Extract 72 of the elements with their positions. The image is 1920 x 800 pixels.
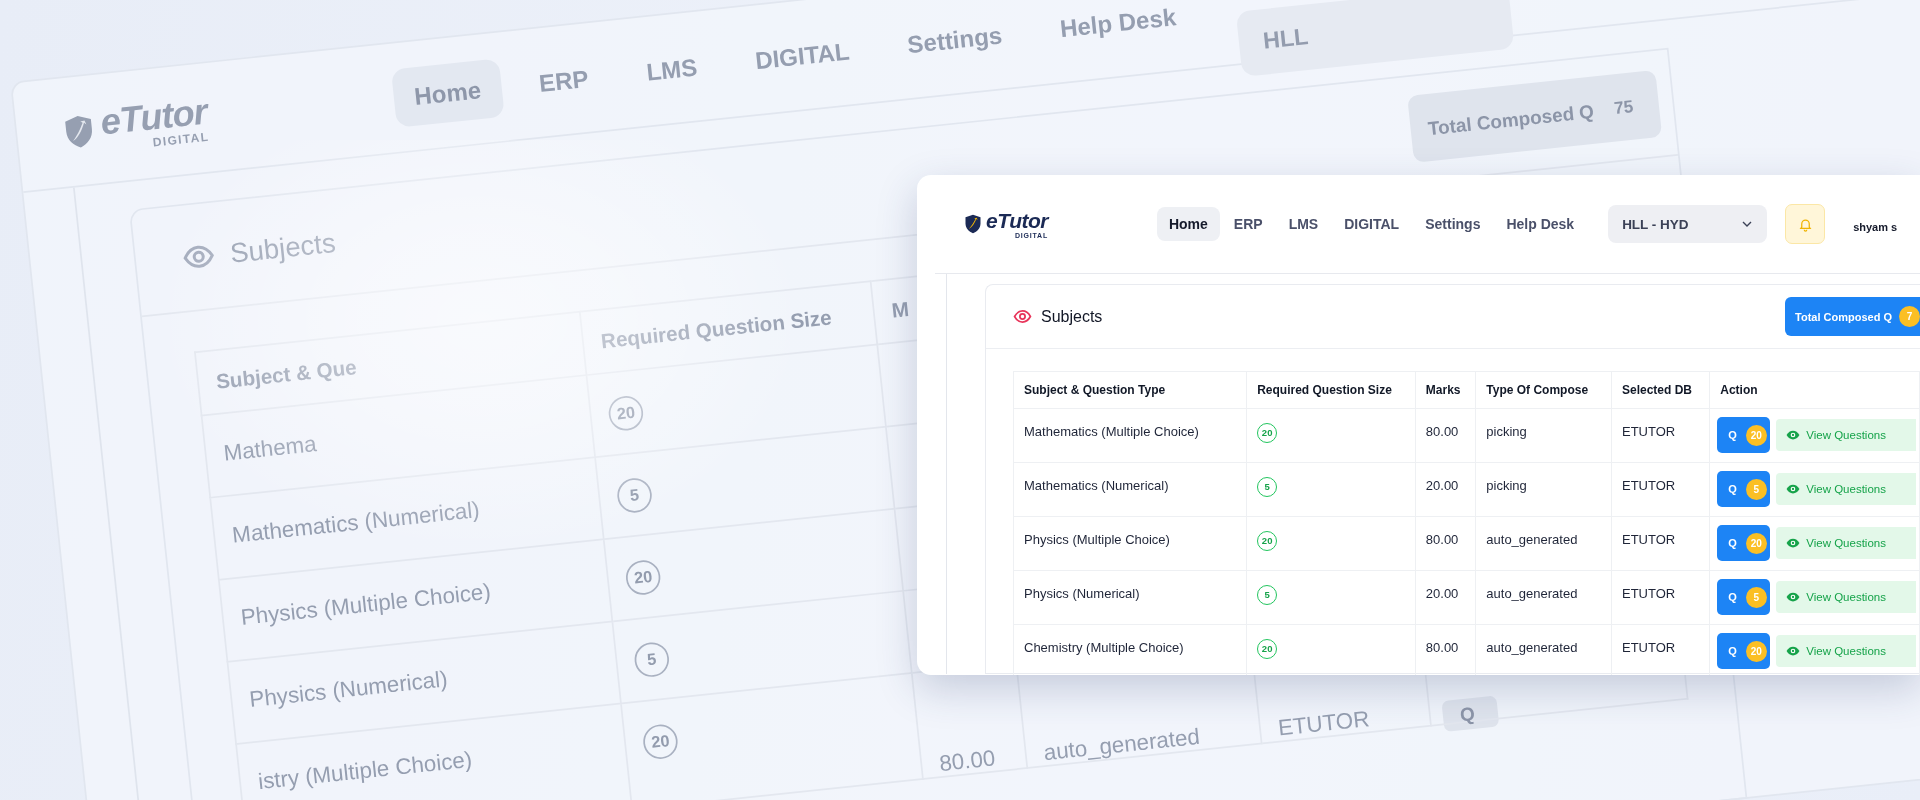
count-badge: 20: [1745, 424, 1767, 446]
column-header: Marks: [1415, 371, 1476, 409]
brand-tagline: DIGITAL: [152, 130, 210, 149]
question-button[interactable]: Q 5: [1717, 579, 1771, 615]
eye-icon: [1786, 644, 1801, 658]
eye-icon: [1786, 428, 1801, 442]
total-composed-button[interactable]: Total Composed Q 7: [1785, 297, 1920, 336]
total-composed-button[interactable]: Total Composed Q 75: [1407, 69, 1663, 163]
panel-title: Subjects: [1041, 307, 1103, 326]
question-button[interactable]: Q: [1441, 695, 1500, 732]
table-cell: 20.00: [1415, 570, 1476, 625]
count-badge: 20: [1745, 532, 1767, 554]
nav-tab[interactable]: LMS: [622, 34, 721, 103]
size-badge: 20: [606, 393, 645, 432]
table-cell: ETUTOR: [1611, 516, 1710, 571]
notification-button[interactable]: [1785, 204, 1826, 244]
nav-tab[interactable]: ERP: [515, 46, 612, 114]
column-header: Selected DB: [1611, 371, 1710, 409]
branch-select[interactable]: HLL: [1235, 0, 1515, 77]
table-cell: Physics (Multiple Choice): [1013, 516, 1247, 571]
shield-logo-icon: [963, 213, 983, 235]
size-badge: 20: [641, 722, 680, 760]
table-cell: ETUTOR: [1611, 462, 1710, 517]
nav-tab[interactable]: ERP: [1221, 207, 1275, 241]
brand-name: eTutor: [986, 209, 1048, 231]
bell-icon: [1797, 216, 1813, 232]
table-cell: ETUTOR: [1611, 408, 1710, 463]
view-questions-button[interactable]: View Questions: [1776, 473, 1917, 505]
nav-tab[interactable]: DIGITAL: [731, 18, 873, 92]
nav-tab[interactable]: Help Desk: [1494, 207, 1587, 241]
question-button[interactable]: Q 20: [1717, 633, 1771, 669]
nav-tab[interactable]: Home: [1156, 207, 1220, 241]
count-badge: 7: [1899, 306, 1920, 327]
table-cell: Mathematics (Numerical): [1013, 462, 1247, 517]
nav-tab[interactable]: Home: [390, 57, 505, 127]
question-button[interactable]: Q 20: [1717, 417, 1771, 453]
table-cell: Chemistry (Multiple Choice): [1013, 624, 1247, 675]
view-questions-button[interactable]: View Questions: [1776, 527, 1917, 559]
count-badge: 5: [1745, 478, 1767, 500]
count-badge: 5: [1745, 586, 1767, 608]
branch-select[interactable]: HLL - HYD: [1608, 205, 1768, 243]
column-header: Subject & Question Type: [1013, 371, 1247, 409]
eye-icon: [1786, 536, 1801, 550]
table-cell: picking: [1475, 462, 1612, 517]
view-questions-button[interactable]: View Questions: [1776, 419, 1917, 451]
table-cell: auto_generated: [1475, 570, 1612, 625]
panel-title: Subjects: [228, 226, 337, 269]
table-cell: auto_generated: [1475, 516, 1612, 571]
column-header: Type Of Compose: [1475, 371, 1612, 409]
table-cell: 20.00: [1415, 462, 1476, 517]
table-cell: picking: [1475, 408, 1612, 463]
view-questions-button[interactable]: View Questions: [1776, 635, 1917, 667]
eye-icon: [1786, 590, 1801, 604]
count-badge: 20: [1745, 640, 1767, 662]
nav-tab[interactable]: Settings: [883, 2, 1026, 76]
eye-icon: [1786, 482, 1801, 496]
question-button[interactable]: Q 5: [1717, 471, 1771, 507]
table-cell: 80.00: [1415, 408, 1476, 463]
column-header: Required Question Size: [1246, 371, 1416, 409]
question-button[interactable]: Q 20: [1717, 525, 1771, 561]
user-name: shyam s: [1853, 221, 1898, 233]
nav-tab[interactable]: Settings: [1413, 207, 1493, 241]
column-header: Action: [1709, 371, 1920, 409]
table-cell: ETUTOR: [1611, 570, 1710, 625]
nav-tab[interactable]: Help Desk: [1036, 0, 1200, 60]
view-questions-button[interactable]: View Questions: [1776, 581, 1917, 613]
table-cell: Mathematics (Multiple Choice): [1013, 408, 1247, 463]
nav-tab[interactable]: DIGITAL: [1332, 207, 1412, 241]
eye-icon: [1013, 307, 1032, 326]
table-cell: 80.00: [1415, 516, 1476, 571]
table-cell: Physics (Numerical): [1013, 570, 1247, 625]
nav-tab[interactable]: LMS: [1276, 207, 1331, 241]
